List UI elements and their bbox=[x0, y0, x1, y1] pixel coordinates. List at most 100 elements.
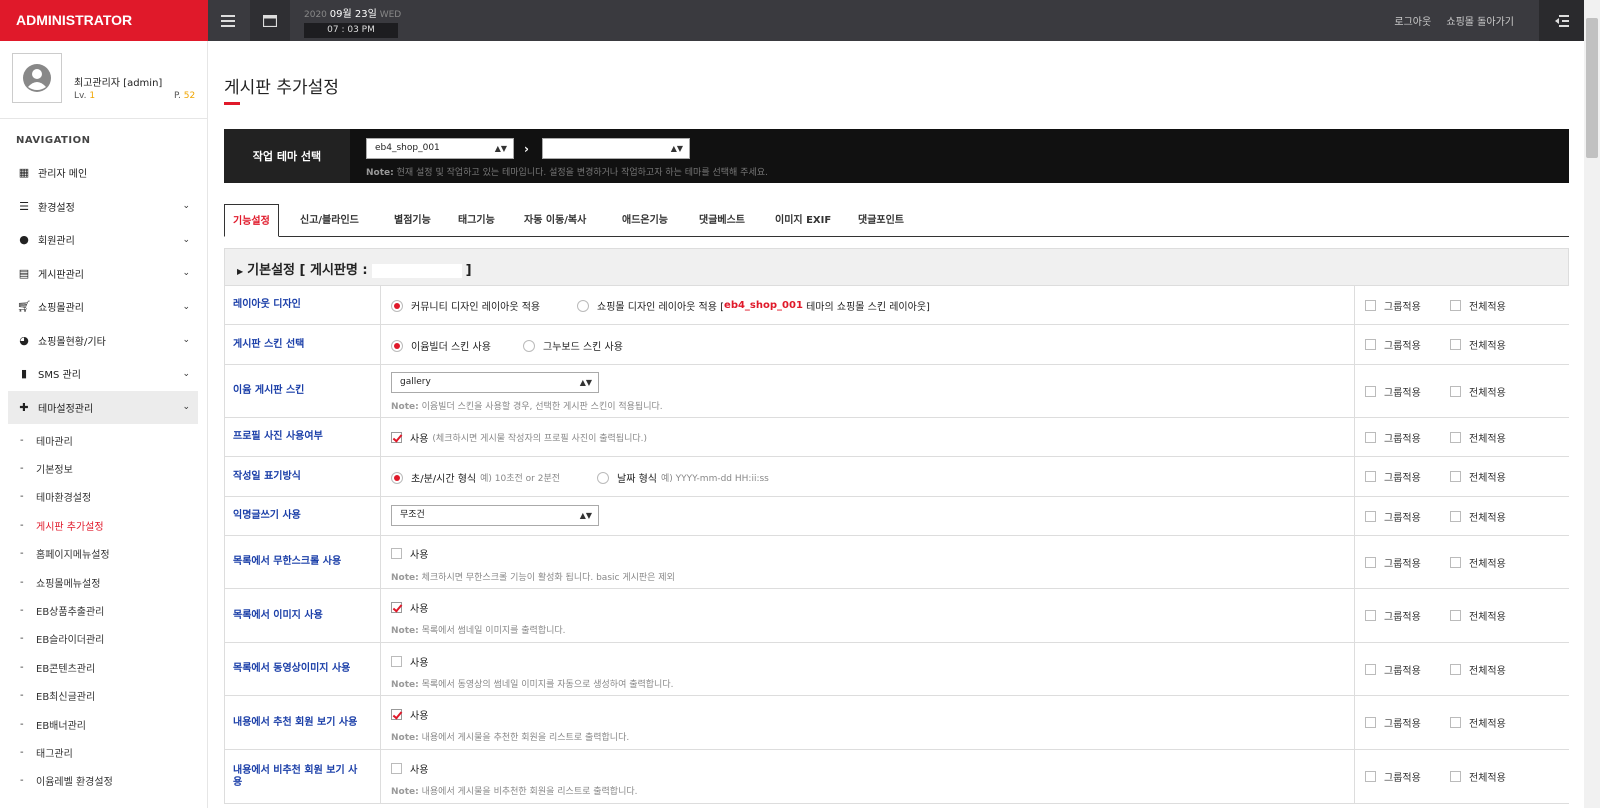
settings-table: 레이아웃 디자인 커뮤니티 디자인 레이아웃 적용 쇼핑몰 디자인 레이아웃 적… bbox=[224, 286, 1569, 804]
sub-nav-item[interactable]: 쇼핑몰메뉴설정 bbox=[20, 568, 113, 596]
tab-comment-point[interactable]: 댓글포인트 bbox=[858, 204, 904, 237]
sub-nav-item[interactable]: EB최신글관리 bbox=[20, 682, 113, 710]
group-apply-checkbox[interactable] bbox=[1365, 771, 1376, 782]
sub-nav-item[interactable]: 기본정보 bbox=[20, 454, 113, 482]
sub-nav-item-current[interactable]: 게시판 추가설정 bbox=[20, 511, 113, 539]
sub-nav-item[interactable]: 홈페이지메뉴설정 bbox=[20, 540, 113, 568]
group-apply-checkbox[interactable] bbox=[1365, 471, 1376, 482]
date-format-option[interactable]: 날짜 형식 예) YYYY-mm-dd HH:ii:ss bbox=[597, 470, 769, 485]
logout-link[interactable]: 로그아웃 bbox=[1394, 17, 1431, 28]
brand-logo[interactable]: ADMINISTRATOR bbox=[0, 0, 208, 41]
relative-time-option[interactable]: 초/분/시간 형식 예) 10초전 or 2분전 bbox=[391, 470, 560, 485]
eyoom-skin-option[interactable]: 이윰빌더 스킨 사용 bbox=[391, 338, 491, 353]
list-video-option[interactable]: 사용 bbox=[391, 654, 428, 669]
tab-features[interactable]: 기능설정 bbox=[224, 204, 279, 237]
nav-item-admin-main[interactable]: ▦ 관리자 메인 bbox=[8, 156, 198, 190]
page-scrollbar[interactable] bbox=[1584, 0, 1600, 808]
nav-item-members[interactable]: ● 회원관리 ⌄ bbox=[8, 223, 198, 257]
group-apply-checkbox[interactable] bbox=[1365, 717, 1376, 728]
nav-item-settings[interactable]: ☰ 환경설정 ⌄ bbox=[8, 190, 198, 224]
all-apply-checkbox[interactable] bbox=[1450, 385, 1461, 397]
group-apply-label: 그룹적용 bbox=[1384, 473, 1421, 484]
note-label: Note: bbox=[391, 787, 419, 797]
select-value: gallery bbox=[400, 377, 431, 387]
scroll-thumb[interactable] bbox=[1586, 18, 1598, 158]
infinite-scroll-option[interactable]: 사용 bbox=[391, 546, 428, 561]
tab-addon[interactable]: 애드온기능 bbox=[622, 204, 668, 237]
radio-button[interactable] bbox=[523, 339, 535, 352]
all-apply-checkbox[interactable] bbox=[1450, 771, 1461, 782]
tab-auto-move-copy[interactable]: 자동 이동/복사 bbox=[524, 204, 586, 237]
all-apply-checkbox[interactable] bbox=[1450, 556, 1461, 568]
checkbox[interactable] bbox=[391, 763, 402, 774]
tab-rating[interactable]: 별점기능 bbox=[394, 204, 431, 237]
all-apply-checkbox[interactable] bbox=[1450, 717, 1461, 728]
chevron-down-icon: ⌄ bbox=[182, 268, 190, 279]
window-button[interactable] bbox=[250, 0, 290, 41]
group-apply-checkbox[interactable] bbox=[1365, 299, 1376, 311]
sub-theme-select[interactable]: ▲▼ bbox=[542, 138, 690, 159]
layout-shop-option[interactable]: 쇼핑몰 디자인 레이아웃 적용 [eb4_shop_001 테마의 쇼핑몰 스킨… bbox=[577, 298, 930, 313]
checkbox[interactable] bbox=[391, 656, 402, 667]
weekday: WED bbox=[379, 10, 402, 20]
nonrecommend-option[interactable]: 사용 bbox=[391, 761, 428, 776]
layout-community-option[interactable]: 커뮤니티 디자인 레이아웃 적용 bbox=[391, 298, 540, 313]
sub-nav-item[interactable]: EB슬라이더관리 bbox=[20, 625, 113, 653]
month-day: 09월 23일 bbox=[329, 9, 377, 20]
avatar[interactable] bbox=[12, 53, 62, 103]
radio-button[interactable] bbox=[391, 339, 403, 352]
anonymous-select[interactable]: 무조건 ▲▼ bbox=[391, 505, 599, 526]
radio-button[interactable] bbox=[391, 299, 403, 312]
all-apply-checkbox[interactable] bbox=[1450, 471, 1461, 482]
group-apply-checkbox[interactable] bbox=[1365, 385, 1376, 397]
nav-item-shop[interactable]: 🛒︎ 쇼핑몰관리 ⌄ bbox=[8, 290, 198, 324]
nav-label: 쇼핑몰현황/기타 bbox=[38, 336, 106, 348]
group-apply-checkbox[interactable] bbox=[1365, 610, 1376, 621]
radio-button[interactable] bbox=[597, 471, 609, 484]
group-apply-checkbox[interactable] bbox=[1365, 556, 1376, 568]
tab-comment-best[interactable]: 댓글베스트 bbox=[699, 204, 745, 237]
group-apply-checkbox[interactable] bbox=[1365, 339, 1376, 350]
right-panel-toggle[interactable] bbox=[1539, 0, 1584, 41]
sub-nav-item[interactable]: 테마관리 bbox=[20, 426, 113, 454]
recommend-option[interactable]: 사용 bbox=[391, 707, 428, 722]
all-apply-checkbox[interactable] bbox=[1450, 431, 1461, 443]
tab-report-blind[interactable]: 신고/블라인드 bbox=[300, 204, 359, 237]
menu-toggle-button[interactable] bbox=[208, 0, 248, 41]
sub-nav-item[interactable]: 테마환경설정 bbox=[20, 483, 113, 511]
sub-nav-item[interactable]: EB상품추출관리 bbox=[20, 596, 113, 624]
nav-item-shop-stats[interactable]: ◕ 쇼핑몰현황/기타 ⌄ bbox=[8, 324, 198, 358]
nav-item-boards[interactable]: ▤ 게시판관리 ⌄ bbox=[8, 257, 198, 291]
sub-nav-item[interactable]: 이윰레벨 환경설정 bbox=[20, 767, 113, 795]
sub-nav-item[interactable]: 태그관리 bbox=[20, 738, 113, 766]
sub-nav-item[interactable]: EB배너관리 bbox=[20, 710, 113, 738]
checkbox[interactable] bbox=[391, 602, 402, 613]
all-apply-checkbox[interactable] bbox=[1450, 510, 1461, 522]
tab-tags[interactable]: 태그기능 bbox=[458, 204, 495, 237]
all-apply-checkbox[interactable] bbox=[1450, 339, 1461, 350]
list-image-option[interactable]: 사용 bbox=[391, 600, 428, 615]
nav-item-sms[interactable]: ▮ SMS 관리 ⌄ bbox=[8, 357, 198, 391]
gnuboard-skin-option[interactable]: 그누보드 스킨 사용 bbox=[523, 338, 623, 353]
window-icon bbox=[263, 14, 277, 27]
radio-button[interactable] bbox=[391, 471, 403, 484]
back-to-shop-link[interactable]: 쇼핑몰 돌아가기 bbox=[1446, 17, 1514, 28]
theme-select[interactable]: eb4_shop_001 ▲▼ bbox=[366, 138, 514, 159]
all-apply-checkbox[interactable] bbox=[1450, 663, 1461, 675]
row-label: 이윰 게시판 스킨 bbox=[225, 365, 381, 417]
all-apply-checkbox[interactable] bbox=[1450, 610, 1461, 621]
radio-button[interactable] bbox=[577, 299, 589, 312]
checkbox[interactable] bbox=[391, 432, 402, 443]
board-skin-select[interactable]: gallery ▲▼ bbox=[391, 372, 599, 393]
profile-photo-option[interactable]: 사용 (체크하시면 게시물 작성자의 프로필 사진이 출력됩니다.) bbox=[391, 430, 647, 445]
group-apply-checkbox[interactable] bbox=[1365, 510, 1376, 522]
checkbox[interactable] bbox=[391, 709, 402, 720]
group-apply-checkbox[interactable] bbox=[1365, 431, 1376, 443]
nav-item-theme[interactable]: ✚ 테마설정관리 ⌄ bbox=[8, 390, 198, 424]
sub-nav-item[interactable]: EB콘텐츠관리 bbox=[20, 653, 113, 681]
group-apply-checkbox[interactable] bbox=[1365, 663, 1376, 675]
tab-image-exif[interactable]: 이미지 EXIF bbox=[775, 204, 831, 237]
row-note: Note: 내용에서 게시물을 비추천한 회원을 리스트로 출력합니다. bbox=[391, 784, 638, 797]
checkbox[interactable] bbox=[391, 548, 402, 559]
all-apply-checkbox[interactable] bbox=[1450, 299, 1461, 311]
